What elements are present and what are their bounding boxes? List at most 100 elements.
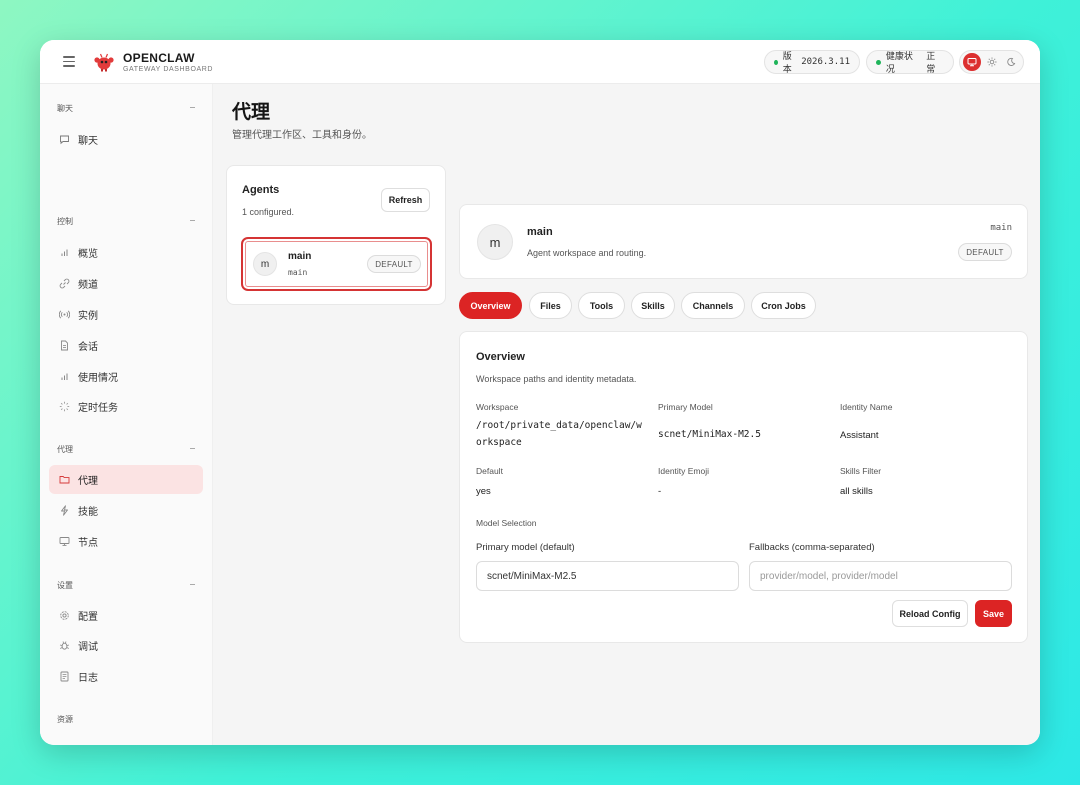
log-icon [59, 671, 70, 682]
agent-avatar: m [253, 252, 277, 276]
agent-header-card: m main Agent workspace and routing. main… [459, 204, 1028, 279]
menu-icon[interactable] [63, 56, 75, 67]
version-pill: 版本 2026.3.11 [764, 50, 860, 74]
main-content: 代理 管理代理工作区、工具和身份。 Agents 1 configured. R… [213, 84, 1040, 745]
sidebar-item-label: 频道 [78, 280, 98, 291]
workspace-value-line: /root/private_data/openclaw/w [476, 420, 642, 431]
primary-model-value: scnet/MiniMax-M2.5 [658, 429, 761, 440]
document-icon [59, 340, 70, 351]
identity-emoji-value: - [658, 486, 662, 497]
agent-name: main [527, 226, 553, 238]
sidebar-item-label: 日志 [78, 673, 98, 684]
tab-overview[interactable]: Overview [459, 292, 522, 319]
sidebar-section-control: 控制 [57, 217, 73, 226]
sidebar-item-label: 使用情况 [78, 373, 118, 384]
sidebar-section-agents: 代理 [57, 445, 73, 454]
brand-title: OPENCLAW [123, 51, 195, 65]
health-label: 健康状况 [885, 51, 913, 74]
lobster-logo-icon [94, 53, 114, 72]
sidebar-item-label: 调试 [78, 642, 98, 653]
sidebar-item-label: 聊天 [78, 136, 98, 147]
health-pill: 健康状况 正常 [866, 50, 954, 74]
sidebar-item-agents[interactable]: 代理 [49, 465, 203, 494]
version-label: 版本 [782, 51, 792, 74]
theme-dark-button[interactable] [1002, 53, 1020, 71]
collapse-icon[interactable] [190, 584, 195, 585]
sidebar-item-label: 概览 [78, 249, 98, 260]
refresh-button[interactable]: Refresh [381, 188, 430, 212]
workspace-label: Workspace [476, 402, 519, 412]
theme-light-button[interactable] [983, 53, 1001, 71]
collapse-icon[interactable] [190, 448, 195, 449]
sidebar-item-sessions[interactable]: 会话 [49, 331, 203, 360]
folder-icon [59, 474, 70, 485]
skills-filter-label: Skills Filter [840, 466, 882, 476]
overview-subtitle: Workspace paths and identity metadata. [476, 374, 637, 384]
sidebar-item-skills[interactable]: 技能 [49, 496, 203, 525]
app-window: OPENCLAW GATEWAY DASHBOARD 版本 2026.3.11 … [40, 40, 1040, 745]
bug-icon [59, 640, 70, 651]
default-label: Default [476, 466, 503, 476]
overview-title: Overview [476, 351, 525, 363]
tab-skills[interactable]: Skills [631, 292, 675, 319]
sidebar-item-instances[interactable]: 实例 [49, 300, 203, 329]
sidebar-item-label: 技能 [78, 507, 98, 518]
status-dot-icon [774, 59, 778, 65]
link-icon [59, 278, 70, 289]
sidebar-item-debug[interactable]: 调试 [49, 631, 203, 660]
workspace-value: /root/private_data/openclaw/w orkspace [476, 417, 642, 451]
sidebar-item-chat[interactable]: 聊天 [49, 125, 203, 154]
top-bar: OPENCLAW GATEWAY DASHBOARD 版本 2026.3.11 … [40, 40, 1040, 84]
brand-subtitle: GATEWAY DASHBOARD [123, 66, 214, 73]
sidebar-item-nodes[interactable]: 节点 [49, 527, 203, 556]
sidebar-section-resources: 资源 [57, 715, 73, 724]
primary-model-input-label: Primary model (default) [476, 542, 575, 553]
monitor-icon [967, 58, 977, 67]
tab-channels[interactable]: Channels [681, 292, 745, 319]
primary-model-label: Primary Model [658, 402, 713, 412]
sidebar-item-channels[interactable]: 频道 [49, 269, 203, 298]
sidebar-item-overview[interactable]: 概览 [49, 238, 203, 267]
identity-name-value: Assistant [840, 430, 879, 441]
version-value: 2026.3.11 [801, 57, 850, 67]
agent-id: main [990, 223, 1012, 233]
collapse-icon[interactable] [190, 220, 195, 221]
collapse-icon[interactable] [190, 107, 195, 108]
tab-tools[interactable]: Tools [578, 292, 625, 319]
book-icon [59, 744, 70, 745]
radio-icon [59, 309, 70, 320]
reload-config-button[interactable]: Reload Config [892, 600, 968, 627]
page-subtitle: 管理代理工作区、工具和身份。 [232, 130, 372, 141]
default-value: yes [476, 486, 491, 497]
sidebar-item-label: 代理 [78, 476, 98, 487]
overview-card: Overview Workspace paths and identity me… [459, 331, 1028, 643]
identity-name-label: Identity Name [840, 402, 893, 412]
tab-cron-jobs[interactable]: Cron Jobs [751, 292, 816, 319]
sidebar: 聊天 聊天 控制 概览 频道 实例 会话 使用情况 定时任务 代理 代理 技能 … [40, 84, 213, 745]
theme-system-button[interactable] [963, 53, 981, 71]
status-dot-icon [876, 59, 881, 65]
save-button[interactable]: Save [975, 600, 1012, 627]
page-title: 代理 [232, 102, 271, 123]
tab-files[interactable]: Files [529, 292, 572, 319]
sidebar-item-usage[interactable]: 使用情况 [49, 362, 203, 391]
sun-icon [987, 57, 996, 67]
model-selection-label: Model Selection [476, 518, 537, 528]
sidebar-item-logs[interactable]: 日志 [49, 662, 203, 691]
agent-list-item[interactable]: m main main DEFAULT [241, 237, 432, 291]
moon-icon [1007, 57, 1016, 66]
sidebar-item-docs[interactable]: 文档 [49, 735, 203, 745]
monitor-icon [59, 536, 70, 547]
agent-name: main [288, 251, 312, 262]
lightning-icon [59, 505, 70, 516]
agents-count: 1 configured. [242, 207, 295, 217]
sidebar-item-cron[interactable]: 定时任务 [49, 392, 203, 421]
sidebar-item-label: 定时任务 [78, 403, 118, 414]
primary-model-input[interactable] [476, 561, 739, 591]
loader-icon [59, 401, 70, 412]
sidebar-item-config[interactable]: 配置 [49, 601, 203, 630]
fallbacks-input[interactable] [749, 561, 1012, 591]
bar-chart-icon [59, 371, 70, 382]
gear-icon [59, 610, 70, 621]
agent-description: Agent workspace and routing. [527, 248, 647, 258]
